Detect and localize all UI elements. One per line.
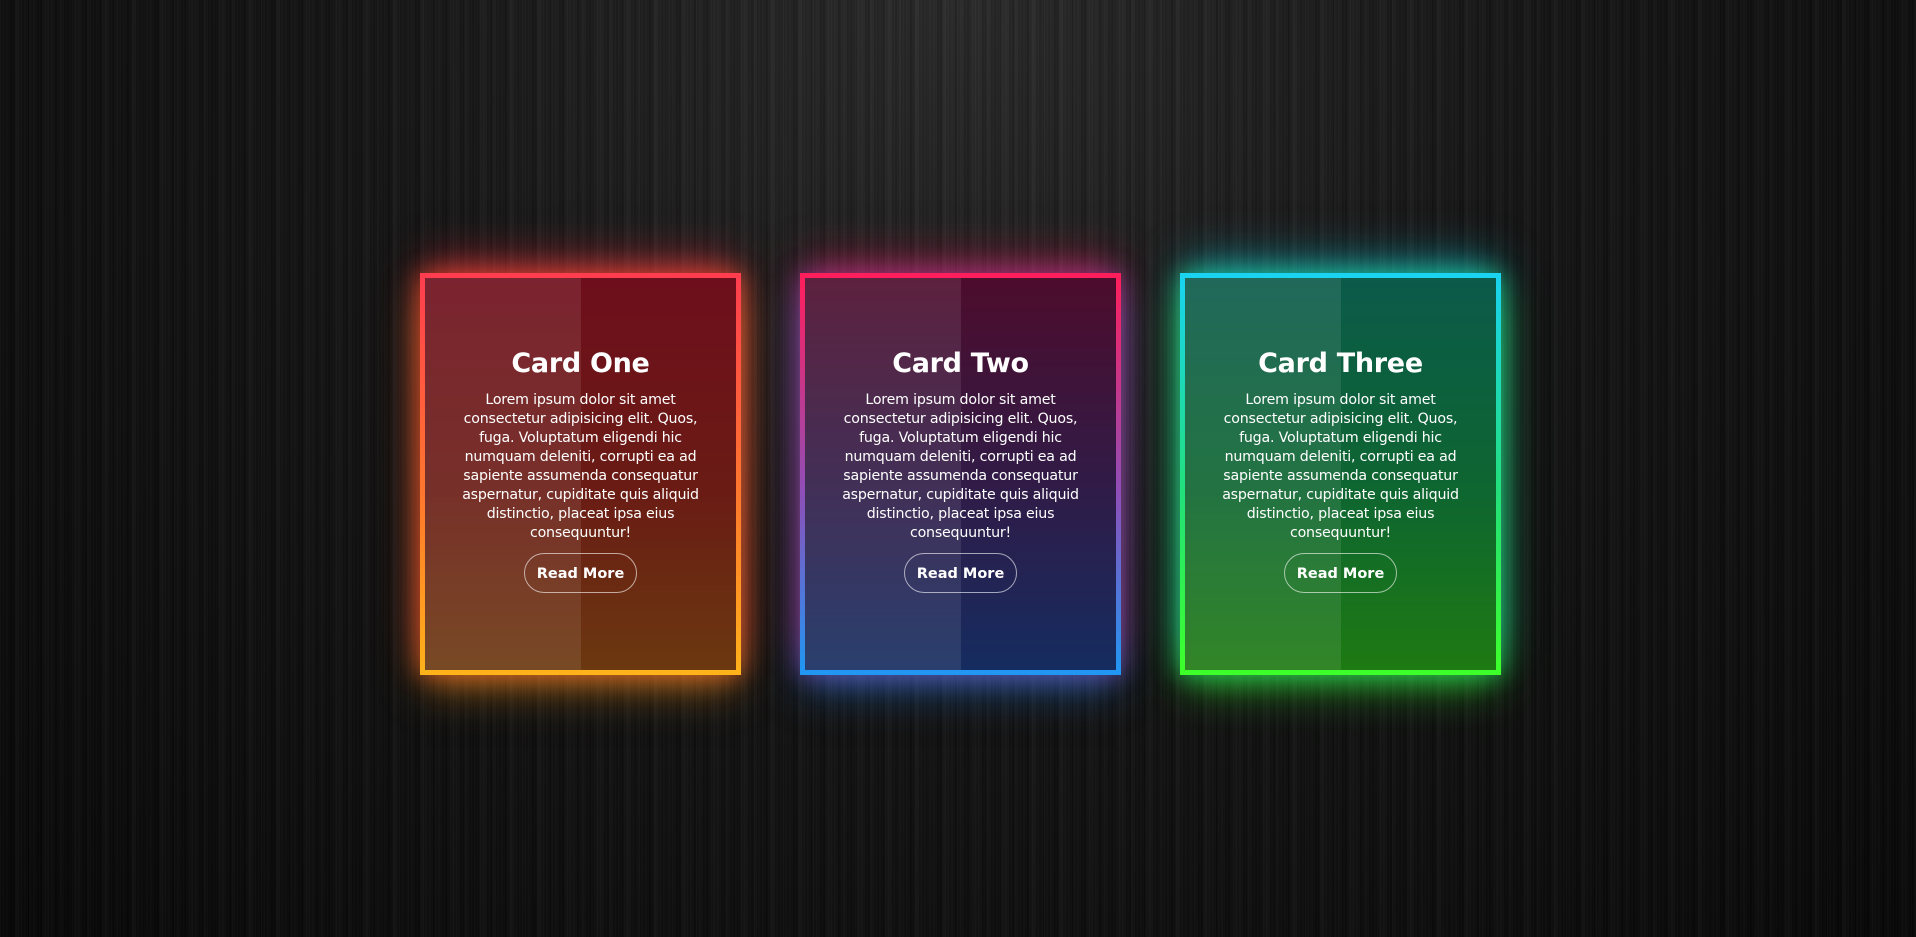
- card-text: Lorem ipsum dolor sit amet consectetur a…: [462, 392, 699, 541]
- read-more-button[interactable]: Read More: [903, 553, 1018, 593]
- card-title: Card One: [511, 348, 650, 379]
- card-two: Card Two Lorem ipsum dolor sit amet cons…: [800, 273, 1121, 675]
- card-text: Lorem ipsum dolor sit amet consectetur a…: [1222, 392, 1459, 541]
- read-more-button[interactable]: Read More: [1283, 553, 1398, 593]
- card-content: Card Three Lorem ipsum dolor sit amet co…: [1185, 348, 1496, 593]
- card-text: Lorem ipsum dolor sit amet consectetur a…: [842, 392, 1079, 541]
- card-content: Card Two Lorem ipsum dolor sit amet cons…: [805, 348, 1116, 593]
- read-more-button[interactable]: Read More: [523, 553, 638, 593]
- card-three: Card Three Lorem ipsum dolor sit amet co…: [1180, 273, 1501, 675]
- card-content: Card One Lorem ipsum dolor sit amet cons…: [425, 348, 736, 593]
- card-one: Card One Lorem ipsum dolor sit amet cons…: [420, 273, 741, 675]
- card-title: Card Three: [1258, 348, 1423, 379]
- card-title: Card Two: [892, 348, 1029, 379]
